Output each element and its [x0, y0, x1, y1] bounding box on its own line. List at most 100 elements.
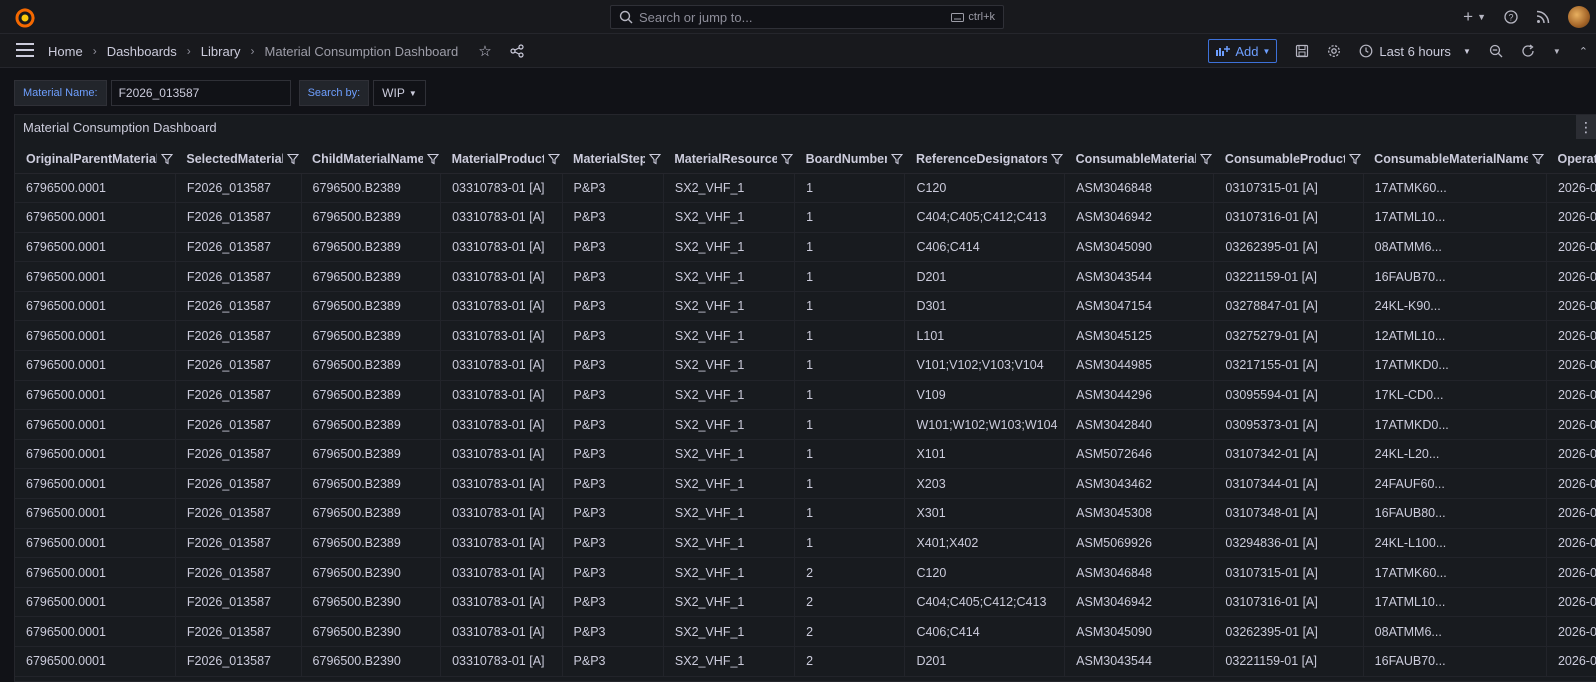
menu-hamburger-icon[interactable] — [16, 43, 34, 57]
column-header[interactable]: MaterialResource — [663, 145, 795, 174]
time-range-picker[interactable]: Last 6 hours ▼ — [1359, 44, 1471, 59]
zoom-out-icon[interactable] — [1489, 44, 1503, 58]
user-avatar[interactable] — [1568, 6, 1590, 28]
table-cell: 2026-04-22 14: — [1545, 646, 1596, 677]
table-cell: 17KL-CD0... — [1362, 380, 1547, 411]
add-button[interactable]: Add ▼ — [1208, 39, 1278, 63]
table-cell: 03107344-01 [A] — [1213, 468, 1364, 500]
breadcrumb-library[interactable]: Library — [201, 44, 241, 59]
table-cell: 03310783-01 [A] — [440, 646, 563, 677]
filter-icon[interactable] — [548, 153, 561, 165]
column-header-label: MaterialProduct — [451, 152, 545, 167]
table-cell: 03294836-01 [A] — [1213, 528, 1364, 559]
table-row[interactable]: 6796500.0001 F2026_013587 6796500.B2389 033… — [15, 350, 1596, 381]
column-header[interactable]: ConsumableMaterial — [1064, 145, 1214, 174]
table-cell: P&P3 — [561, 261, 664, 292]
new-menu-button[interactable]: + ▼ — [1463, 7, 1486, 27]
grafana-logo-icon[interactable] — [14, 7, 36, 29]
refresh-icon[interactable] — [1521, 44, 1535, 58]
star-icon[interactable]: ☆ — [478, 42, 491, 60]
table-cell: 2026-04-22 14: — [1545, 528, 1596, 559]
table-cell: F2026_013587 — [174, 320, 302, 352]
panel-title: Material Consumption Dashboard — [23, 120, 217, 135]
table-cell: ASM3046942 — [1064, 587, 1214, 618]
table-cell: 6796500.B2389 — [300, 439, 441, 470]
filter-icon[interactable] — [890, 153, 903, 165]
column-header-label: BoardNumber — [805, 152, 887, 167]
column-header[interactable]: MaterialStep — [562, 145, 664, 174]
clock-icon — [1359, 44, 1373, 58]
svg-text:?: ? — [1508, 13, 1513, 23]
table-row[interactable]: 6796500.0001 F2026_013587 6796500.B2389 033… — [15, 468, 1596, 500]
filter-icon[interactable] — [426, 153, 439, 165]
material-name-input[interactable]: F2026_013587 — [110, 80, 291, 106]
filter-icon[interactable] — [1349, 153, 1362, 165]
column-header[interactable]: BoardNumber — [794, 145, 905, 174]
table-row[interactable]: 6796500.0001 F2026_013587 6796500.B2389 033… — [15, 320, 1596, 352]
search-input[interactable]: Search or jump to... ctrl+k — [610, 5, 1004, 29]
filter-icon[interactable] — [780, 153, 793, 165]
news-rss-icon[interactable] — [1536, 10, 1550, 24]
table-row[interactable]: 6796500.0001 F2026_013587 6796500.B2389 033… — [15, 528, 1596, 559]
table-row[interactable]: 6796500.0001 F2026_013587 6796500.B2389 033… — [15, 380, 1596, 411]
table-row[interactable]: 6796500.0001 F2026_013587 6796500.B2389 033… — [15, 498, 1596, 529]
table-row[interactable]: 6796500.0001 F2026_013587 6796500.B2389 033… — [15, 409, 1596, 440]
table-cell: 6796500.0001 — [15, 528, 176, 559]
share-icon[interactable] — [510, 44, 524, 58]
refresh-interval-chevron-icon[interactable]: ▼ — [1553, 47, 1561, 56]
filter-icon[interactable] — [161, 153, 174, 165]
search-by-select[interactable]: WIP ▼ — [373, 80, 426, 106]
table-cell: D201 — [904, 646, 1065, 677]
table-cell: 1 — [794, 498, 905, 529]
table-row[interactable]: 6796500.0001 F2026_013587 6796500.B2390 033… — [15, 587, 1596, 618]
filter-icon[interactable] — [1199, 153, 1212, 165]
column-header[interactable]: ConsumableProduct — [1213, 145, 1364, 174]
data-table: OriginalParentMaterial SelectedMaterial Ch… — [15, 145, 1596, 677]
table-row[interactable]: 6796500.0001 F2026_013587 6796500.B2389 033… — [15, 173, 1596, 204]
table-cell: 03107315-01 [A] — [1213, 173, 1364, 204]
panel-menu-icon[interactable]: ⋮ — [1576, 115, 1596, 139]
save-icon[interactable] — [1295, 44, 1309, 58]
column-header[interactable]: ReferenceDesignators — [904, 145, 1065, 174]
column-header[interactable]: SelectedMaterial — [175, 145, 302, 174]
column-header[interactable]: OperationEndTime — [1546, 145, 1596, 174]
column-header[interactable]: OriginalParentMaterial — [15, 145, 176, 174]
table-row[interactable]: 6796500.0001 F2026_013587 6796500.B2390 033… — [15, 646, 1596, 677]
column-header-label: OperationEndTime — [1557, 152, 1596, 167]
table-cell: C120 — [904, 173, 1065, 204]
table-cell: F2026_013587 — [174, 498, 302, 529]
column-header[interactable]: ChildMaterialName — [301, 145, 441, 174]
column-header[interactable]: ConsumableMaterialName — [1363, 145, 1547, 174]
filter-icon[interactable] — [1050, 153, 1063, 165]
table-cell: P&P3 — [561, 616, 664, 647]
breadcrumb-dashboards[interactable]: Dashboards — [107, 44, 177, 59]
table-cell: P&P3 — [561, 291, 664, 322]
table-row[interactable]: 6796500.0001 F2026_013587 6796500.B2390 033… — [15, 616, 1596, 647]
table-cell: ASM3045125 — [1064, 320, 1214, 352]
table-cell: 6796500.0001 — [15, 350, 176, 381]
table-row[interactable]: 6796500.0001 F2026_013587 6796500.B2389 033… — [15, 232, 1596, 263]
table-cell: SX2_VHF_1 — [662, 173, 795, 204]
help-icon[interactable]: ? — [1504, 10, 1518, 24]
table-row[interactable]: 6796500.0001 F2026_013587 6796500.B2389 033… — [15, 439, 1596, 470]
filter-icon[interactable] — [649, 153, 662, 165]
table-cell: 6796500.B2389 — [300, 320, 441, 352]
table-cell: F2026_013587 — [174, 202, 302, 233]
breadcrumb-home[interactable]: Home — [48, 44, 83, 59]
table-row[interactable]: 6796500.0001 F2026_013587 6796500.B2390 033… — [15, 557, 1596, 588]
column-header[interactable]: MaterialProduct — [440, 145, 563, 174]
table-row[interactable]: 6796500.0001 F2026_013587 6796500.B2389 033… — [15, 261, 1596, 292]
table-row[interactable]: 6796500.0001 F2026_013587 6796500.B2389 033… — [15, 291, 1596, 322]
filter-icon[interactable] — [1532, 153, 1545, 165]
table-cell: 03310783-01 [A] — [440, 320, 563, 352]
table-cell: P&P3 — [561, 557, 664, 588]
search-placeholder: Search or jump to... — [639, 9, 753, 25]
table-cell: 03221159-01 [A] — [1213, 646, 1364, 677]
chevron-right-icon: › — [92, 44, 97, 58]
settings-gear-icon[interactable] — [1327, 44, 1341, 58]
filter-icon[interactable] — [287, 153, 300, 165]
table-row[interactable]: 6796500.0001 F2026_013587 6796500.B2389 033… — [15, 202, 1596, 233]
table-cell: ASM3045308 — [1064, 498, 1214, 529]
collapse-chevron-up-icon[interactable]: ⌃ — [1579, 45, 1588, 58]
table-cell: P&P3 — [561, 232, 664, 263]
